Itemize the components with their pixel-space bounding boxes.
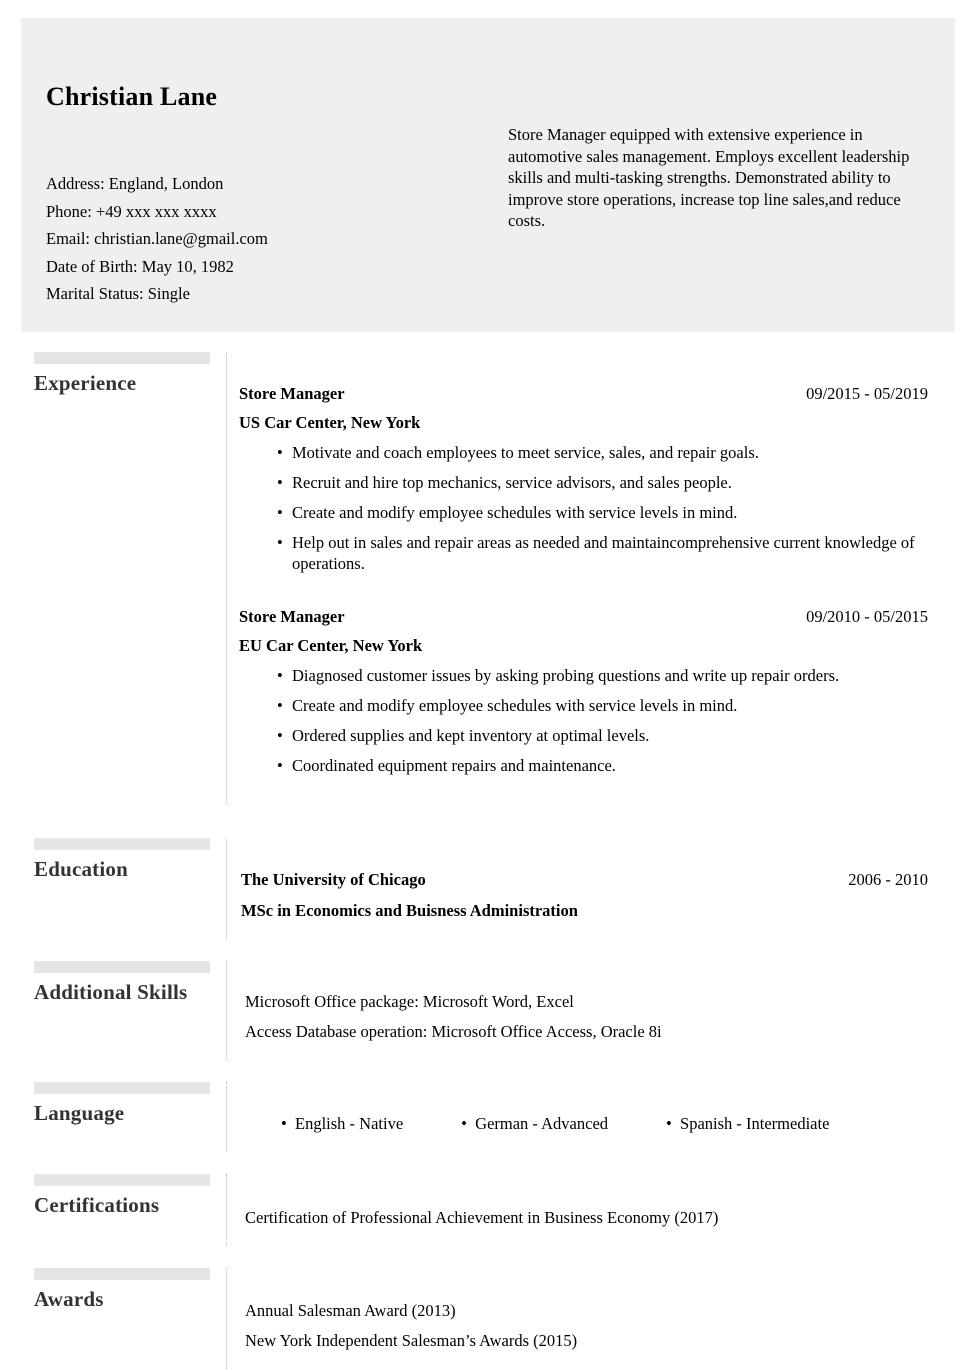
experience-job-title: Store Manager (239, 607, 345, 626)
section-additional-skills: Additional Skills Microsoft Office packa… (0, 961, 978, 1060)
contact-row-email: Email: christian.lane@gmail.com (46, 225, 268, 253)
list-item: Microsoft Office package: Microsoft Word… (245, 992, 574, 1011)
list-item: Certification of Professional Achievemen… (245, 1208, 719, 1227)
experience-job-dates: 09/2015 - 05/2019 (806, 384, 928, 403)
page-title: Christian Lane (46, 82, 218, 111)
contact-value-dob: May 10, 1982 (141, 256, 234, 276)
section-awards: Awards Annual Salesman Award (2013) New … (0, 1268, 978, 1369)
professional-summary: Store Manager equipped with extensive ex… (508, 125, 910, 230)
accent-bar (34, 838, 210, 850)
section-experience: Experience Store Manager 09/2015 - 05/20… (0, 352, 978, 804)
list-item: Help out in sales and repair areas as ne… (277, 532, 928, 574)
education-headline: The University of Chicago 2006 - 2010 (239, 870, 928, 890)
accent-bar (34, 961, 210, 973)
contact-row-phone: Phone: +49 xxx xxx xxxx (46, 198, 268, 226)
experience-bullet-list: Motivate and coach employees to meet ser… (239, 442, 928, 574)
contact-label-marital-status: Marital Status: (46, 284, 144, 303)
list-item: English - Native (281, 1114, 403, 1134)
awards-list: Annual Salesman Award (2013) New York In… (239, 1300, 928, 1351)
contact-label-address: Address: (46, 174, 105, 193)
section-education: Education The University of Chicago 2006… (0, 838, 978, 939)
education-dates: 2006 - 2010 (848, 870, 928, 889)
list-item: Recruit and hire top mechanics, service … (277, 472, 928, 493)
contact-row-dob: Date of Birth: May 10, 1982 (46, 253, 268, 281)
section-education-label-col: Education (0, 838, 226, 939)
section-experience-content: Store Manager 09/2015 - 05/2019 US Car C… (226, 352, 978, 804)
education-entry: The University of Chicago 2006 - 2010 MS… (239, 870, 928, 921)
resume-sections: Experience Store Manager 09/2015 - 05/20… (0, 352, 978, 1369)
experience-job-dates: 09/2010 - 05/2015 (806, 607, 928, 626)
list-item: Spanish - Intermediate (666, 1114, 829, 1134)
list-item: German - Advanced (461, 1114, 608, 1134)
experience-company: US Car Center, New York (239, 413, 421, 432)
list-item: Ordered supplies and kept inventory at o… (277, 725, 928, 746)
contact-label-phone: Phone: (46, 201, 92, 221)
accent-bar (34, 1082, 210, 1094)
list-item: Annual Salesman Award (2013) (245, 1301, 456, 1320)
list-item: Diagnosed customer issues by asking prob… (277, 665, 928, 686)
section-awards-content: Annual Salesman Award (2013) New York In… (226, 1268, 978, 1369)
education-school: The University of Chicago (241, 870, 426, 889)
experience-entry: Store Manager 09/2015 - 05/2019 US Car C… (239, 384, 928, 574)
contact-value-marital-status: Single (147, 284, 190, 303)
experience-job-title: Store Manager (239, 384, 345, 403)
experience-entry: Store Manager 09/2010 - 05/2015 EU Car C… (239, 607, 928, 776)
experience-company: EU Car Center, New York (239, 636, 423, 655)
list-item: New York Independent Salesman’s Awards (… (245, 1331, 578, 1350)
language-list: English - Native German - Advanced Spani… (239, 1114, 928, 1134)
section-awards-label: Awards (34, 1287, 104, 1311)
resume-header-band: Christian Lane Address: England, London … (21, 18, 955, 332)
list-item: Coordinated equipment repairs and mainte… (277, 755, 928, 776)
contact-label-dob: Date of Birth: (46, 256, 138, 276)
contact-row-marital-status: Marital Status: Single (46, 280, 268, 308)
contact-label-email: Email: (46, 229, 90, 248)
accent-bar (34, 1268, 210, 1280)
experience-headline: Store Manager 09/2010 - 05/2015 (239, 607, 928, 627)
certifications-list: Certification of Professional Achievemen… (239, 1207, 928, 1228)
accent-bar (34, 352, 210, 364)
section-language-label: Language (34, 1101, 125, 1125)
contact-details: Address: England, London Phone: +49 xxx … (46, 170, 268, 308)
accent-bar (34, 1174, 210, 1186)
section-additional-skills-content: Microsoft Office package: Microsoft Word… (226, 961, 978, 1060)
experience-bullet-list: Diagnosed customer issues by asking prob… (239, 665, 928, 776)
section-awards-label-col: Awards (0, 1268, 226, 1369)
section-education-content: The University of Chicago 2006 - 2010 MS… (226, 838, 978, 939)
section-language: Language English - Native German - Advan… (0, 1082, 978, 1152)
section-certifications: Certifications Certification of Professi… (0, 1174, 978, 1246)
section-certifications-label-col: Certifications (0, 1174, 226, 1246)
contact-row-address: Address: England, London (46, 170, 268, 198)
list-item: Motivate and coach employees to meet ser… (277, 442, 928, 463)
section-experience-label: Experience (34, 371, 137, 395)
list-item: Create and modify employee schedules wit… (277, 502, 928, 523)
list-item: Create and modify employee schedules wit… (277, 695, 928, 716)
contact-value-phone: +49 xxx xxx xxxx (95, 201, 217, 221)
experience-headline: Store Manager 09/2015 - 05/2019 (239, 384, 928, 404)
section-certifications-content: Certification of Professional Achievemen… (226, 1174, 978, 1246)
education-degree: MSc in Economics and Buisness Administra… (241, 901, 578, 920)
contact-value-email: christian.lane@gmail.com (94, 229, 268, 248)
section-certifications-label: Certifications (34, 1193, 160, 1217)
section-experience-label-col: Experience (0, 352, 226, 804)
skills-list: Microsoft Office package: Microsoft Word… (239, 991, 928, 1042)
section-education-label: Education (34, 857, 128, 881)
section-additional-skills-label-col: Additional Skills (0, 961, 226, 1060)
section-language-label-col: Language (0, 1082, 226, 1152)
contact-value-address: England, London (108, 174, 224, 193)
section-language-content: English - Native German - Advanced Spani… (226, 1082, 978, 1152)
list-item: Access Database operation: Microsoft Off… (245, 1022, 662, 1041)
section-additional-skills-label: Additional Skills (34, 980, 188, 1004)
